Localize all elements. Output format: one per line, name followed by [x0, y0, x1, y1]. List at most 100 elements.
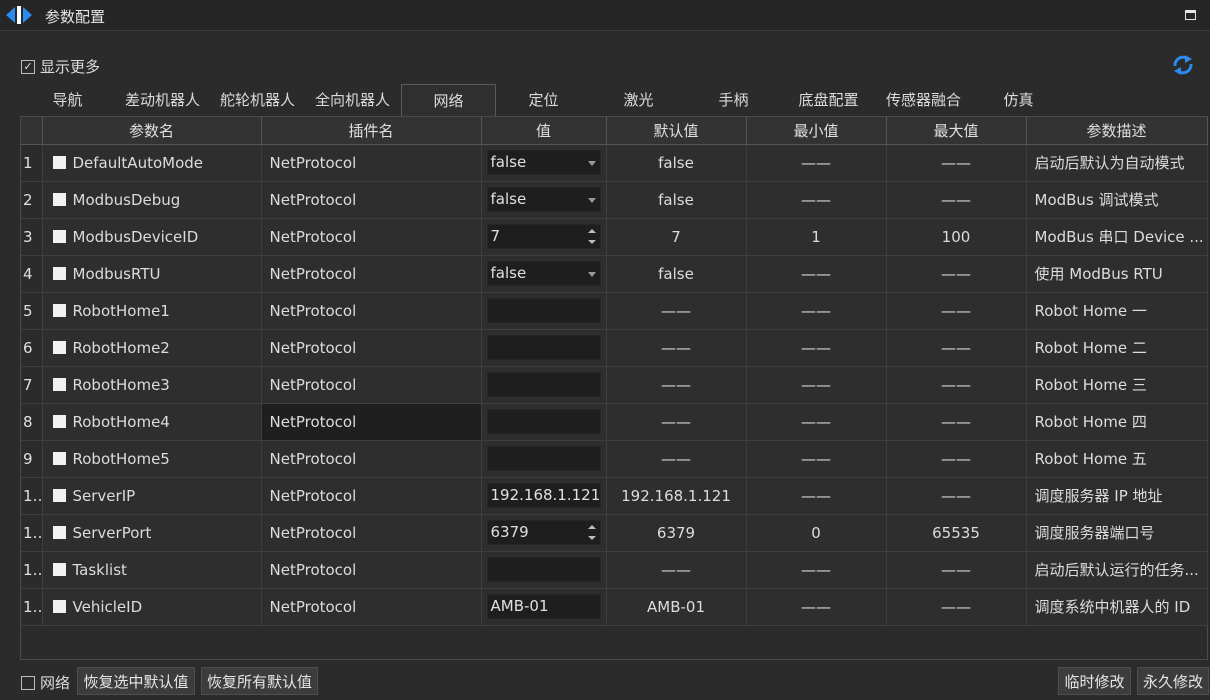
row-select-checkbox[interactable]	[52, 562, 66, 576]
table-row[interactable]: 2 ModbusDebug NetProtocol false false —— —— Mod…	[21, 181, 1208, 219]
refresh-icon[interactable]	[1171, 54, 1195, 76]
plugin-name-cell[interactable]: NetProtocol	[261, 181, 482, 219]
value-dropdown[interactable]: false	[486, 187, 601, 212]
param-name-cell[interactable]: RobotHome2	[42, 329, 262, 367]
value-cell[interactable]: 6379	[481, 514, 607, 552]
tab-sensor-fusion[interactable]: 传感器融合	[876, 84, 971, 116]
row-select-checkbox[interactable]	[52, 303, 66, 317]
value-cell[interactable]: false	[481, 255, 607, 293]
value-cell[interactable]: 192.168.1.121	[481, 477, 607, 515]
param-name-cell[interactable]: ServerIP	[42, 477, 262, 515]
plugin-name-cell[interactable]: NetProtocol	[261, 440, 482, 478]
tab-navigation[interactable]: 导航	[20, 84, 115, 116]
column-header-value[interactable]: 值	[481, 117, 607, 145]
spin-down-icon[interactable]	[587, 240, 596, 244]
chevron-down-icon[interactable]	[587, 272, 596, 277]
value-cell[interactable]	[481, 366, 607, 404]
row-number[interactable]: 5	[21, 292, 43, 330]
permanent-modify-button[interactable]: 永久修改	[1137, 667, 1209, 695]
table-row[interactable]: 9 RobotHome5 NetProtocol —— —— —— Robot Home 五	[21, 440, 1208, 478]
temporary-modify-button[interactable]: 临时修改	[1058, 667, 1131, 695]
plugin-name-cell[interactable]: NetProtocol	[261, 218, 482, 256]
row-select-checkbox[interactable]	[52, 414, 66, 428]
value-cell[interactable]: AMB-01	[481, 588, 607, 626]
param-name-cell[interactable]: RobotHome1	[42, 292, 262, 330]
row-number[interactable]: 7	[21, 366, 43, 404]
row-select-checkbox[interactable]	[52, 488, 66, 502]
plugin-name-cell[interactable]: NetProtocol	[261, 366, 482, 404]
row-number[interactable]: 13	[21, 588, 43, 626]
tab-network[interactable]: 网络	[401, 84, 496, 117]
table-row[interactable]: 7 RobotHome3 NetProtocol —— —— —— Robot Home 三	[21, 366, 1208, 404]
tab-laser[interactable]: 激光	[591, 84, 686, 116]
param-name-cell[interactable]: ModbusRTU	[42, 255, 262, 293]
value-input[interactable]	[486, 372, 601, 397]
value-cell[interactable]	[481, 329, 607, 367]
param-name-cell[interactable]: ModbusDeviceID	[42, 218, 262, 256]
column-header-max[interactable]: 最大值	[886, 117, 1027, 145]
row-number[interactable]: 8	[21, 403, 43, 441]
row-select-checkbox[interactable]	[52, 340, 66, 354]
value-input[interactable]	[486, 335, 601, 360]
row-select-checkbox[interactable]	[52, 266, 66, 280]
plugin-name-cell[interactable]: NetProtocol	[261, 403, 482, 441]
value-input[interactable]: 192.168.1.121	[486, 483, 601, 508]
tab-differential-robot[interactable]: 差动机器人	[115, 84, 210, 116]
restore-all-button[interactable]: 恢复所有默认值	[201, 667, 318, 695]
table-row[interactable]: 13 VehicleID NetProtocol AMB-01 AMB-01 —— —— 调度…	[21, 588, 1208, 626]
plugin-name-cell[interactable]: NetProtocol	[261, 588, 482, 626]
tab-steering-robot[interactable]: 舵轮机器人	[210, 84, 305, 116]
param-name-cell[interactable]: RobotHome3	[42, 366, 262, 404]
table-row[interactable]: 1 DefaultAutoMode NetProtocol false false —— —…	[21, 144, 1208, 182]
tab-chassis-config[interactable]: 底盘配置	[781, 84, 876, 116]
value-input[interactable]	[486, 409, 601, 434]
row-number[interactable]: 1	[21, 144, 43, 182]
table-row[interactable]: 8 RobotHome4 NetProtocol —— —— —— Robot Home 四	[21, 403, 1208, 441]
value-cell[interactable]: 7	[481, 218, 607, 256]
show-more-checkbox[interactable]: ✓	[21, 59, 35, 74]
value-cell[interactable]	[481, 551, 607, 589]
row-select-checkbox[interactable]	[52, 377, 66, 391]
value-cell[interactable]	[481, 440, 607, 478]
plugin-name-cell[interactable]: NetProtocol	[261, 329, 482, 367]
value-input[interactable]: AMB-01	[486, 594, 601, 619]
restore-selected-button[interactable]: 恢复选中默认值	[77, 667, 195, 695]
spin-up-icon[interactable]	[587, 229, 596, 233]
value-dropdown[interactable]: false	[486, 150, 601, 175]
row-number[interactable]: 2	[21, 181, 43, 219]
chevron-down-icon[interactable]	[587, 161, 596, 166]
column-header-default[interactable]: 默认值	[606, 117, 747, 145]
column-header-min[interactable]: 最小值	[746, 117, 887, 145]
value-input[interactable]	[486, 298, 601, 323]
plugin-name-cell[interactable]: NetProtocol	[261, 551, 482, 589]
row-number[interactable]: 4	[21, 255, 43, 293]
table-row[interactable]: 3 ModbusDeviceID NetProtocol 7 7 1 100 ModBus 串…	[21, 218, 1208, 256]
table-row[interactable]: 12 Tasklist NetProtocol —— —— —— 启动后默认运行的任务...	[21, 551, 1208, 589]
value-cell[interactable]	[481, 292, 607, 330]
param-name-cell[interactable]: ServerPort	[42, 514, 262, 552]
row-select-checkbox[interactable]	[52, 599, 66, 613]
row-number[interactable]: 3	[21, 218, 43, 256]
plugin-name-cell[interactable]: NetProtocol	[261, 514, 482, 552]
table-row[interactable]: 5 RobotHome1 NetProtocol —— —— —— Robot Home 一	[21, 292, 1208, 330]
table-row[interactable]: 10 ServerIP NetProtocol 192.168.1.121 192.16…	[21, 477, 1208, 515]
row-select-checkbox[interactable]	[52, 525, 66, 539]
param-name-cell[interactable]: RobotHome4	[42, 403, 262, 441]
row-number[interactable]: 9	[21, 440, 43, 478]
tab-omni-robot[interactable]: 全向机器人	[305, 84, 400, 116]
row-select-checkbox[interactable]	[52, 451, 66, 465]
row-number[interactable]: 12	[21, 551, 43, 589]
table-row[interactable]: 11 ServerPort NetProtocol 6379 6379 0 65535 调度服…	[21, 514, 1208, 552]
network-filter-option[interactable]: 网络	[21, 672, 70, 693]
tab-simulation[interactable]: 仿真	[971, 84, 1066, 116]
tab-joystick[interactable]: 手柄	[686, 84, 781, 116]
value-spinbox[interactable]: 6379	[486, 520, 601, 545]
plugin-name-cell[interactable]: NetProtocol	[261, 292, 482, 330]
param-name-cell[interactable]: DefaultAutoMode	[42, 144, 262, 182]
value-spinbox[interactable]: 7	[486, 224, 601, 249]
row-select-checkbox[interactable]	[52, 155, 66, 169]
plugin-name-cell[interactable]: NetProtocol	[261, 144, 482, 182]
maximize-icon[interactable]	[1185, 10, 1196, 20]
chevron-down-icon[interactable]	[587, 198, 596, 203]
plugin-name-cell[interactable]: NetProtocol	[261, 255, 482, 293]
